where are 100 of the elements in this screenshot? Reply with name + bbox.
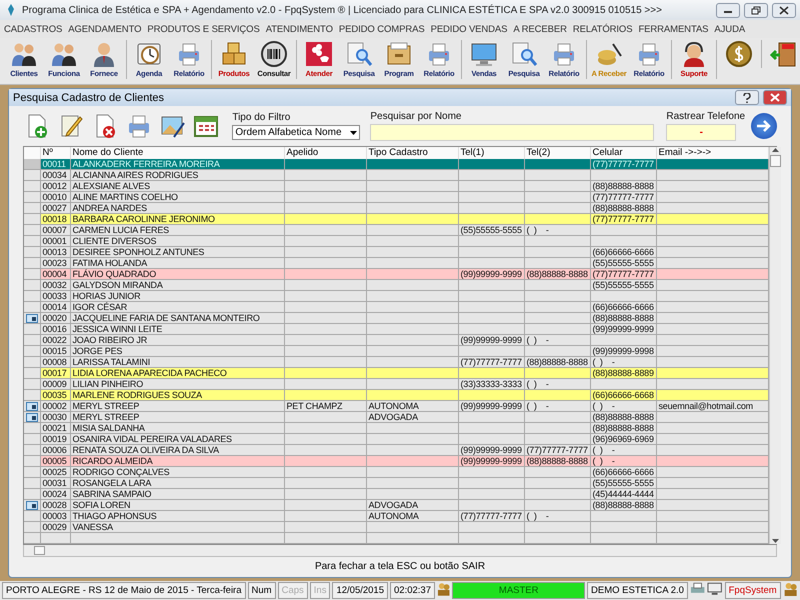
table-cell: (88)88888-8888 xyxy=(592,203,654,213)
column-header[interactable]: Nome do Cliente xyxy=(70,147,284,159)
help-icon xyxy=(743,92,751,102)
column-header[interactable]: Apelido xyxy=(284,147,366,159)
table-cell: 00033 xyxy=(42,291,67,301)
table-row[interactable]: 00023 FATIMA HOLANDA (55)55555-5555 xyxy=(24,258,768,268)
table-cell: (77)77777-7777 xyxy=(460,357,522,367)
table-cell: (99)99999-9999 xyxy=(460,335,522,345)
column-header[interactable]: Tel(1) xyxy=(458,147,524,159)
menu-item[interactable]: PEDIDO VENDAS xyxy=(430,24,508,34)
table-cell: 00007 xyxy=(42,225,67,235)
key-indicator: Num xyxy=(248,582,276,599)
table-row[interactable]: 00033 HORIAS JUNIOR xyxy=(24,290,768,302)
menu-item[interactable]: A RECEBER xyxy=(513,24,567,34)
right-arrow-icon xyxy=(756,119,772,133)
users-icon[interactable] xyxy=(782,582,798,596)
table-row[interactable]: 00020 JACQUELINE FARIA DE SANTANA MONTEIRO (88)88888-8888 xyxy=(24,312,768,324)
minimize-button[interactable] xyxy=(716,2,740,18)
table-row[interactable]: 00004 FLÁVIO QUADRADO (99)99999-9999 (88)88888-8888 (77)77777-7777 xyxy=(24,268,768,280)
menu-item[interactable]: PEDIDO COMPRAS xyxy=(338,24,425,34)
table-row[interactable]: 00028 SOFIA LOREN ADVOGADA (88)88888-8888 xyxy=(24,500,768,510)
table-row[interactable]: 00010 ALINE MARTINS COELHO (77)77777-7777 xyxy=(24,192,768,202)
table-row[interactable]: 00030 MERYL STREEP ADVOGADA (88)88888-8888 xyxy=(24,412,768,422)
table-row[interactable]: 00017 LIDIA LORENA APARECIDA PACHECO (88)88888-8889 xyxy=(24,368,768,378)
table-cell: RICARDO ALMEIDA xyxy=(72,456,153,466)
table-row[interactable]: 00019 OSANIRA VIDAL PEREIRA VALADARES (96)96969-6969 xyxy=(24,434,768,444)
table-row[interactable]: 00001 CLIENTE DIVERSOS xyxy=(24,236,768,246)
table-row[interactable]: 00003 THIAGO APHONSUS AUTONOMA (77)77777-7777 ( ) - xyxy=(24,510,768,522)
table-row[interactable]: 00007 CARMEN LUCIA FERES (55)55555-5555 ( ) - xyxy=(24,224,768,236)
table-cell: LARISSA TALAMINI xyxy=(72,357,150,367)
table-cell: THIAGO APHONSUS xyxy=(72,511,157,521)
table-row[interactable]: 00005 RICARDO ALMEIDA (99)99999-9999 (88)88888-8888 ( ) - xyxy=(24,456,768,466)
table-cell: ( ) - xyxy=(592,456,615,466)
table-row[interactable]: 00013 DESIREE SPONHOLZ ANTUNES (66)66666-6666 xyxy=(24,246,768,258)
table-row[interactable]: 00006 RENATA SOUZA OLIVEIRA DA SILVA (99)99999-9999 (77)77777-7777 ( ) - xyxy=(24,444,768,456)
table-cell: (66)66666-6666 xyxy=(592,247,654,257)
column-header[interactable]: Celular xyxy=(590,147,656,159)
table-row[interactable]: 00012 ALEXSIANE ALVES (88)88888-8888 xyxy=(24,180,768,192)
horizontal-scrollbar[interactable] xyxy=(23,545,777,557)
menu-item[interactable]: AGENDAMENTO xyxy=(68,24,142,34)
table-cell: ( ) - xyxy=(526,511,549,521)
scroll-down-arrow-icon[interactable] xyxy=(772,538,778,544)
table-cell: 00008 xyxy=(42,357,67,367)
phone-field[interactable]: - xyxy=(666,124,736,141)
table-cell: (55)55555-5555 xyxy=(460,225,522,235)
help-button[interactable] xyxy=(735,90,759,105)
column-header[interactable]: Tel(2) xyxy=(524,147,590,159)
table-cell: SOFIA LOREN xyxy=(72,500,130,510)
table-cell: DESIREE SPONHOLZ ANTUNES xyxy=(72,247,204,257)
dialog-title: Pesquisa Cadastro de Clientes xyxy=(13,92,166,104)
table-cell: 00014 xyxy=(42,302,67,312)
printer-icon[interactable] xyxy=(690,582,706,596)
name-search-field[interactable] xyxy=(370,124,654,141)
table-cell: (66)66666-6668 xyxy=(592,390,654,400)
table-row[interactable]: 00031 ROSANGELA LARA (55)55555-5555 xyxy=(24,478,768,488)
menu-item[interactable]: CADASTROS xyxy=(4,24,62,34)
table-row[interactable]: 00011 ALANKADERK FERREIRA MOREIRA (77)77777-7777 xyxy=(24,159,768,170)
scroll-thumb[interactable] xyxy=(770,155,780,167)
table-row[interactable]: 00032 GALYDSON MIRANDA (55)55555-5555 xyxy=(24,280,768,290)
table-row[interactable]: 00021 MISIA SALDANHA (88)88888-8888 xyxy=(24,422,768,434)
table-cell: ROSANGELA LARA xyxy=(72,478,152,488)
table-cell: 00009 xyxy=(42,379,67,389)
brand-label: FpqSystem xyxy=(724,582,781,599)
restore-button[interactable] xyxy=(744,2,768,18)
table-row[interactable]: 00018 BARBARA CAROLINNE JERONIMO (77)77777-7777 xyxy=(24,214,768,224)
column-header[interactable]: Tipo Cadastro xyxy=(366,147,458,159)
table-row[interactable]: 00022 JOAO RIBEIRO JR (99)99999-9999 ( ) - xyxy=(24,334,768,346)
table-cell: (96)96969-6969 xyxy=(592,434,654,444)
table-cell: GALYDSON MIRANDA xyxy=(72,280,163,290)
table-cell: (66)66666-6666 xyxy=(592,467,654,477)
menu-item[interactable]: PRODUTOS E SERVIÇOS xyxy=(147,24,260,34)
column-header[interactable]: Nº xyxy=(40,147,70,159)
table-row[interactable]: 00024 SABRINA SAMPAIO (45)44444-4444 xyxy=(24,488,768,500)
window-title: Programa Clinica de Estética e SPA + Agendamento v2.0 - FpqSystem ® | Licenciado para CLINICA ESTÉTICA E SPA v2.0 300915 010515 >>> xyxy=(22,4,663,16)
menu-item[interactable]: AJUDA xyxy=(714,24,746,34)
restore-icon xyxy=(751,6,761,14)
menu-item[interactable]: ATENDIMENTO xyxy=(266,24,333,34)
table-row[interactable]: 00014 IGOR CÉSAR (66)66666-6666 xyxy=(24,302,768,312)
close-button[interactable] xyxy=(772,2,796,18)
menu-item[interactable]: FERRAMENTAS xyxy=(638,24,708,34)
table-cell: ( ) - xyxy=(526,225,549,235)
go-arrow-button[interactable] xyxy=(751,113,777,139)
table-row[interactable]: 00016 JESSICA WINNI LEITE (99)99999-9999 xyxy=(24,324,768,334)
table-row[interactable]: 00029 VANESSA xyxy=(24,522,768,532)
column-header[interactable]: Email ->->-> xyxy=(656,147,768,159)
table-row[interactable]: 00035 MARLENE RODRIGUES SOUZA (66)66666-6668 xyxy=(24,390,768,400)
table-cell: 00015 xyxy=(42,346,67,356)
scroll-up-arrow-icon[interactable] xyxy=(772,147,778,153)
monitor-icon[interactable] xyxy=(707,582,723,596)
table-cell: LIDIA LORENA APARECIDA PACHECO xyxy=(72,368,227,378)
table-row[interactable]: 00008 LARISSA TALAMINI (77)77777-7777 (88)88888-8888 ( ) - xyxy=(24,356,768,368)
table-row[interactable]: 00027 ANDREA NARDES (88)88888-8888 xyxy=(24,202,768,214)
table-row[interactable]: 00015 JORGE PES (99)99999-9998 xyxy=(24,346,768,356)
table-row[interactable]: 00034 ALCIANNA AIRES RODRIGUES xyxy=(24,170,768,180)
filter-dropdown[interactable]: Ordem Alfabetica Nome xyxy=(232,125,360,140)
table-row[interactable]: 00009 LILIAN PINHEIRO (33)33333-3333 ( ) - xyxy=(24,378,768,390)
menu-item[interactable]: RELATÓRIOS xyxy=(572,24,632,34)
table-row[interactable]: 00025 RODRIGO CONÇALVES (66)66666-6666 xyxy=(24,466,768,478)
vertical-scrollbar[interactable] xyxy=(768,147,780,544)
table-row[interactable]: 00002 MERYL STREEP PET CHAMPZ AUTONOMA (99)99999-9999 ( ) - ( ) - seuemnail@hotmail.com xyxy=(24,400,768,412)
